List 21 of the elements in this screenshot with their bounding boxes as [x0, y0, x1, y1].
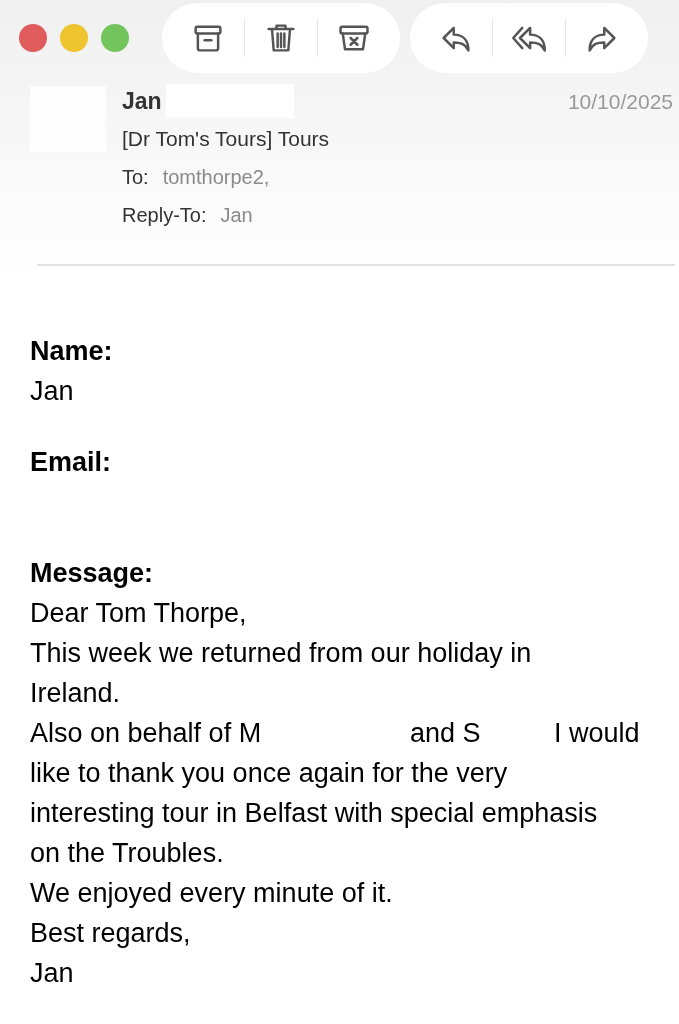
message-text: I would	[554, 717, 640, 750]
message-text: like to thank you once again for the very interesting tour in Belfast with special emphasis on the Troubles.	[30, 757, 599, 870]
recipient: tomthorpe2,	[162, 165, 270, 190]
message-text: and S	[410, 717, 482, 750]
close-window-button[interactable]	[19, 24, 47, 52]
reply-to-address: Jan	[220, 203, 253, 228]
message-text: We enjoyed every minute of it.	[30, 877, 394, 910]
message-text: Also on behalf of M	[30, 717, 263, 750]
field-label: Email:	[30, 446, 113, 479]
sender-name: Jan	[122, 87, 162, 116]
date: 10/10/2025	[567, 88, 673, 115]
subject: [Dr Tom's Tours] Tours	[122, 125, 331, 152]
message-text: Dear Tom Thorpe,	[30, 597, 248, 630]
to-label: To:	[122, 165, 149, 190]
field-value: Jan	[30, 375, 75, 408]
message-text: Jan	[30, 957, 75, 990]
field-label: Name:	[30, 335, 114, 368]
reply-to-label: Reply-To:	[122, 203, 207, 228]
field-label: Message:	[30, 557, 155, 590]
message-text: Best regards,	[30, 917, 192, 950]
message-text: This week we returned from our holiday in Ireland.	[30, 637, 533, 710]
